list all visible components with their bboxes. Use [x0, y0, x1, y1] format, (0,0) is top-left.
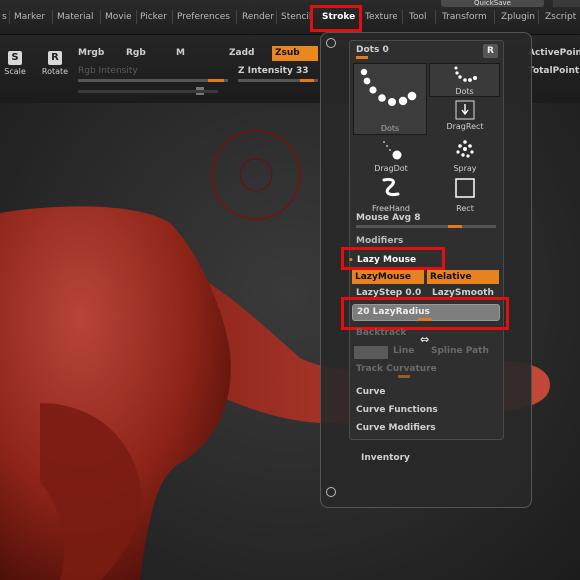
spray-label: Spray: [453, 164, 477, 173]
rect-icon: [455, 178, 475, 198]
scale-icon: S: [8, 51, 22, 65]
lazy-mouse-bullet-icon: •: [348, 256, 354, 266]
menu-item-picker[interactable]: Picker: [140, 12, 167, 22]
backtrack-label[interactable]: Backtrack: [356, 328, 406, 338]
curve-functions-header[interactable]: Curve Functions: [356, 405, 438, 415]
rotate-icon: R: [48, 51, 62, 65]
menu-bar: s Marker Material Movie Picker Preferenc…: [0, 0, 580, 35]
dots-small-label: Dots: [455, 87, 474, 96]
dots-header-value: 0: [382, 45, 389, 55]
freehand-stroke[interactable]: FreeHand: [366, 176, 416, 213]
scale-label: Scale: [4, 67, 26, 76]
spline-path-button[interactable]: Spline Path: [431, 346, 489, 356]
track-curvature-label[interactable]: Track Curvature: [356, 364, 437, 374]
menu-separator: [402, 10, 403, 24]
draw-size-slider[interactable]: [78, 90, 218, 93]
mouse-avg-slider[interactable]: [356, 225, 496, 228]
m-button[interactable]: M: [176, 48, 185, 58]
dragdot-stroke[interactable]: DragDot: [366, 138, 416, 173]
dragdot-label: DragDot: [374, 164, 408, 173]
backtrack-mode-button[interactable]: [354, 346, 388, 359]
total-points-label: TotalPoint: [528, 66, 580, 76]
menu-item-material[interactable]: Material: [57, 12, 94, 22]
menu-item-movie[interactable]: Movie: [105, 12, 132, 22]
active-points-label: ActivePoin: [528, 48, 580, 58]
dots-value-label[interactable]: Dots 0: [356, 45, 389, 55]
dragdot-icon: [383, 141, 402, 160]
dots-stroke-large[interactable]: Dots: [353, 63, 427, 135]
dots-slider-knob[interactable]: [356, 56, 368, 59]
palette-pin-icon[interactable]: [326, 38, 336, 48]
lazy-mouse-header[interactable]: Lazy Mouse: [357, 255, 416, 265]
menu-separator: [100, 10, 101, 24]
spray-stroke[interactable]: Spray: [440, 138, 490, 173]
freehand-icon: [382, 178, 400, 196]
track-curvature-knob[interactable]: [398, 375, 410, 378]
resize-cursor-icon: ⇔: [420, 333, 430, 346]
menu-separator: [276, 10, 277, 24]
z-intensity-label: Z Intensity 33: [238, 66, 309, 76]
menu-separator: [538, 10, 539, 24]
menu-item-stencil[interactable]: Stencil: [281, 12, 311, 22]
menu-item-render[interactable]: Render: [242, 12, 274, 22]
dots-stroke-small[interactable]: Dots: [429, 63, 500, 97]
menu-item-texture[interactable]: Texture: [365, 12, 397, 22]
rgb-intensity-knob[interactable]: [208, 79, 224, 82]
freehand-label: FreeHand: [371, 204, 411, 213]
dots-large-label: Dots: [380, 124, 400, 133]
rect-label: Rect: [456, 204, 474, 213]
lazymouse-button[interactable]: LazyMouse: [352, 270, 424, 284]
menu-item-zplugin[interactable]: Zplugin: [501, 12, 535, 22]
menu-separator: [172, 10, 173, 24]
menu-item-tool[interactable]: Tool: [409, 12, 426, 22]
scale-button[interactable]: S Scale: [4, 51, 26, 76]
zsub-button[interactable]: Zsub: [272, 46, 318, 61]
menu-item-marker[interactable]: Marker: [14, 12, 45, 22]
inventory-header[interactable]: Inventory: [361, 453, 410, 463]
top-right-control[interactable]: [553, 0, 580, 7]
palette-pin-bottom-icon[interactable]: [326, 487, 336, 497]
lazysmooth-label[interactable]: LazySmooth: [432, 288, 494, 298]
dragrect-icon: [455, 100, 475, 120]
rotate-label: Rotate: [41, 67, 69, 76]
dots-small-icon: [454, 66, 477, 82]
menu-item-preferences[interactable]: Preferences: [177, 12, 230, 22]
quicksave-button[interactable]: QuickSave: [441, 0, 544, 7]
mrgb-button[interactable]: Mrgb: [78, 48, 104, 58]
rect-stroke[interactable]: Rect: [440, 176, 490, 213]
z-intensity-knob[interactable]: [300, 79, 314, 82]
dots-icon: [360, 68, 417, 106]
mouse-avg-knob[interactable]: [448, 225, 462, 228]
lazyradius-knob[interactable]: [418, 318, 432, 321]
zadd-button[interactable]: Zadd: [229, 48, 254, 58]
menu-separator: [435, 10, 436, 24]
dragrect-label: DragRect: [446, 122, 484, 131]
menu-separator: [236, 10, 237, 24]
menu-separator: [52, 10, 53, 24]
r-button[interactable]: R: [483, 44, 498, 58]
menu-separator: [136, 10, 137, 24]
relative-button[interactable]: Relative: [427, 270, 499, 284]
mouse-avg-label[interactable]: Mouse Avg 8: [356, 213, 421, 223]
rgb-intensity-slider[interactable]: [78, 79, 228, 82]
curve-header[interactable]: Curve: [356, 387, 385, 397]
menu-separator: [494, 10, 495, 24]
rotate-button[interactable]: R Rotate: [40, 51, 70, 76]
menu-item-transform[interactable]: Transform: [442, 12, 487, 22]
dots-header-label: Dots: [356, 45, 380, 55]
menu-item-partial[interactable]: s: [2, 12, 7, 22]
rgb-intensity-label: Rgb Intensity: [78, 66, 138, 76]
menu-item-zscript[interactable]: Zscript: [545, 12, 576, 22]
modifiers-header[interactable]: Modifiers: [356, 236, 403, 246]
dragrect-stroke[interactable]: DragRect: [440, 100, 490, 131]
quicksave-label: QuickSave: [474, 0, 511, 7]
spray-icon: [456, 140, 474, 158]
curve-modifiers-header[interactable]: Curve Modifiers: [356, 423, 436, 433]
lazystep-label[interactable]: LazyStep 0.0: [356, 288, 421, 298]
rgb-button[interactable]: Rgb: [126, 48, 146, 58]
line-button[interactable]: Line: [393, 346, 414, 356]
menu-separator: [9, 10, 10, 24]
menu-item-stroke[interactable]: Stroke: [322, 12, 355, 22]
